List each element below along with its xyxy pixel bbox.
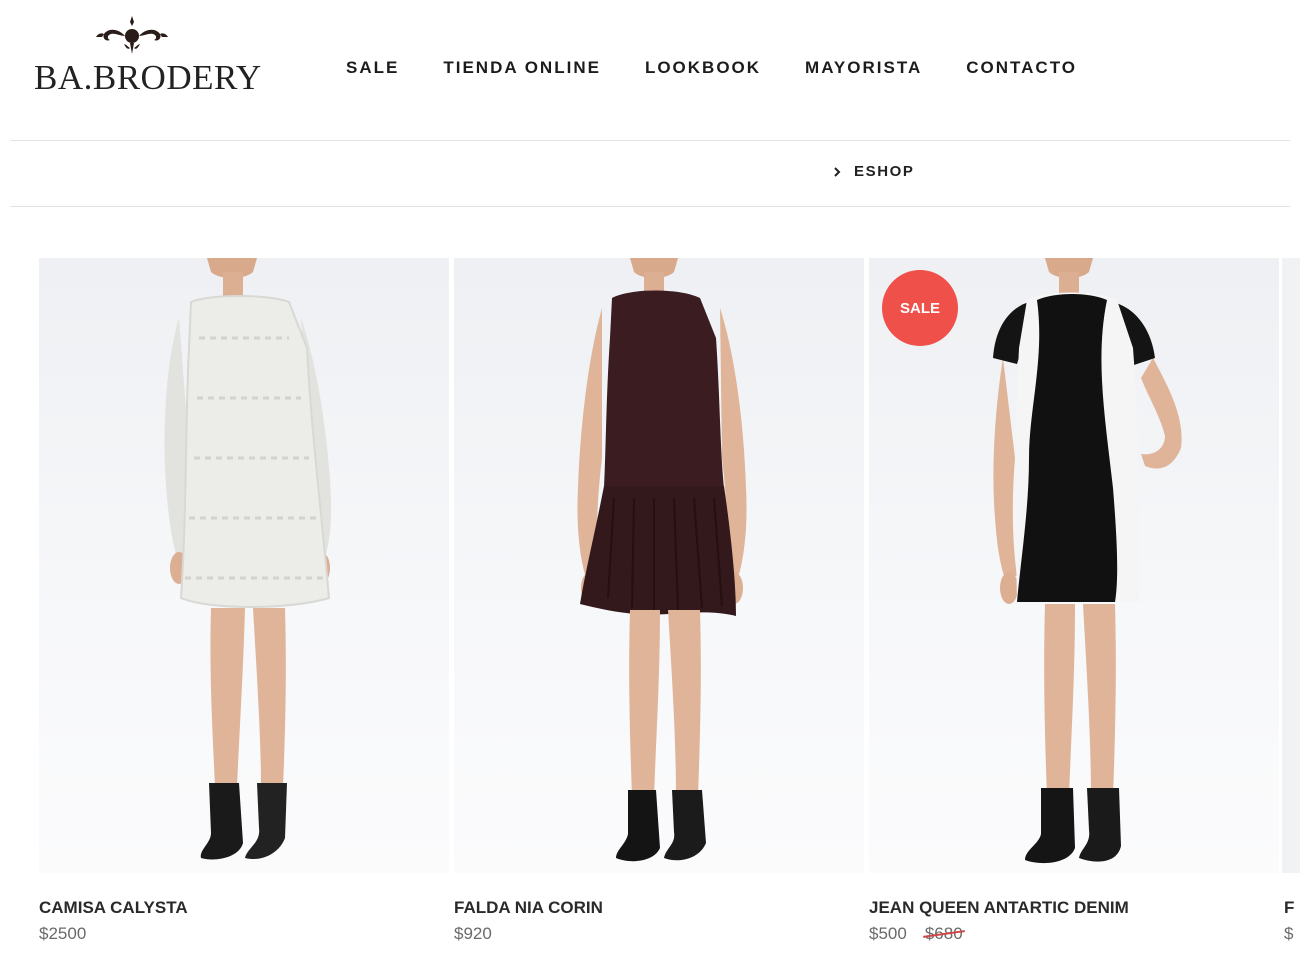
brand-name: BA.BRODERY <box>34 58 262 97</box>
product-price-row: $920 <box>454 924 492 944</box>
chevron-right-icon <box>834 166 841 177</box>
nav-item-mayorista[interactable]: MAYORISTA <box>805 58 922 78</box>
product-price: $920 <box>454 924 492 943</box>
header-divider <box>10 140 1290 141</box>
product-name[interactable]: CAMISA CALYSTA <box>39 898 188 918</box>
model-white-lace-dress <box>164 258 332 860</box>
product-card: CAMISA CALYSTA $2500 <box>39 258 449 943</box>
product-card: FALDA NIA CORIN $920 <box>454 258 864 943</box>
product-card: SALE JEAN QUEEN ANTARTIC DENIM $500 $680 <box>869 258 1279 943</box>
breadcrumb: ESHOP <box>832 163 915 180</box>
product-price-row: $500 $680 <box>869 924 963 944</box>
main-nav: SALE TIENDA ONLINE LOOKBOOK MAYORISTA CO… <box>346 58 1077 78</box>
product-price: $2500 <box>39 924 87 943</box>
product-name-partial[interactable]: F <box>1284 898 1294 918</box>
ornament-icon <box>96 16 168 54</box>
product-price: $500 <box>869 924 907 943</box>
product-image-partial[interactable] <box>1282 258 1300 873</box>
nav-item-lookbook[interactable]: LOOKBOOK <box>645 58 761 78</box>
model-burgundy-dress <box>577 258 747 862</box>
site-header: BA.BRODERY SALE TIENDA ONLINE LOOKBOOK M… <box>0 0 1300 140</box>
brand-logo[interactable]: BA.BRODERY <box>34 14 261 104</box>
product-old-price: $680 <box>924 924 963 943</box>
sale-badge: SALE <box>882 270 958 346</box>
product-name[interactable]: FALDA NIA CORIN <box>454 898 603 918</box>
product-name[interactable]: JEAN QUEEN ANTARTIC DENIM <box>869 898 1129 918</box>
breadcrumb-eshop[interactable]: ESHOP <box>854 163 915 180</box>
product-price-row: $2500 <box>39 924 86 944</box>
nav-item-contacto[interactable]: CONTACTO <box>966 58 1077 78</box>
product-image[interactable]: SALE <box>869 258 1279 873</box>
product-image[interactable] <box>454 258 864 873</box>
product-price-partial: $ <box>1284 924 1294 943</box>
model-black-white-dress <box>993 258 1182 864</box>
breadcrumb-divider <box>10 206 1290 207</box>
product-image[interactable] <box>39 258 449 873</box>
nav-item-sale[interactable]: SALE <box>346 58 399 78</box>
nav-item-tienda-online[interactable]: TIENDA ONLINE <box>443 58 601 78</box>
